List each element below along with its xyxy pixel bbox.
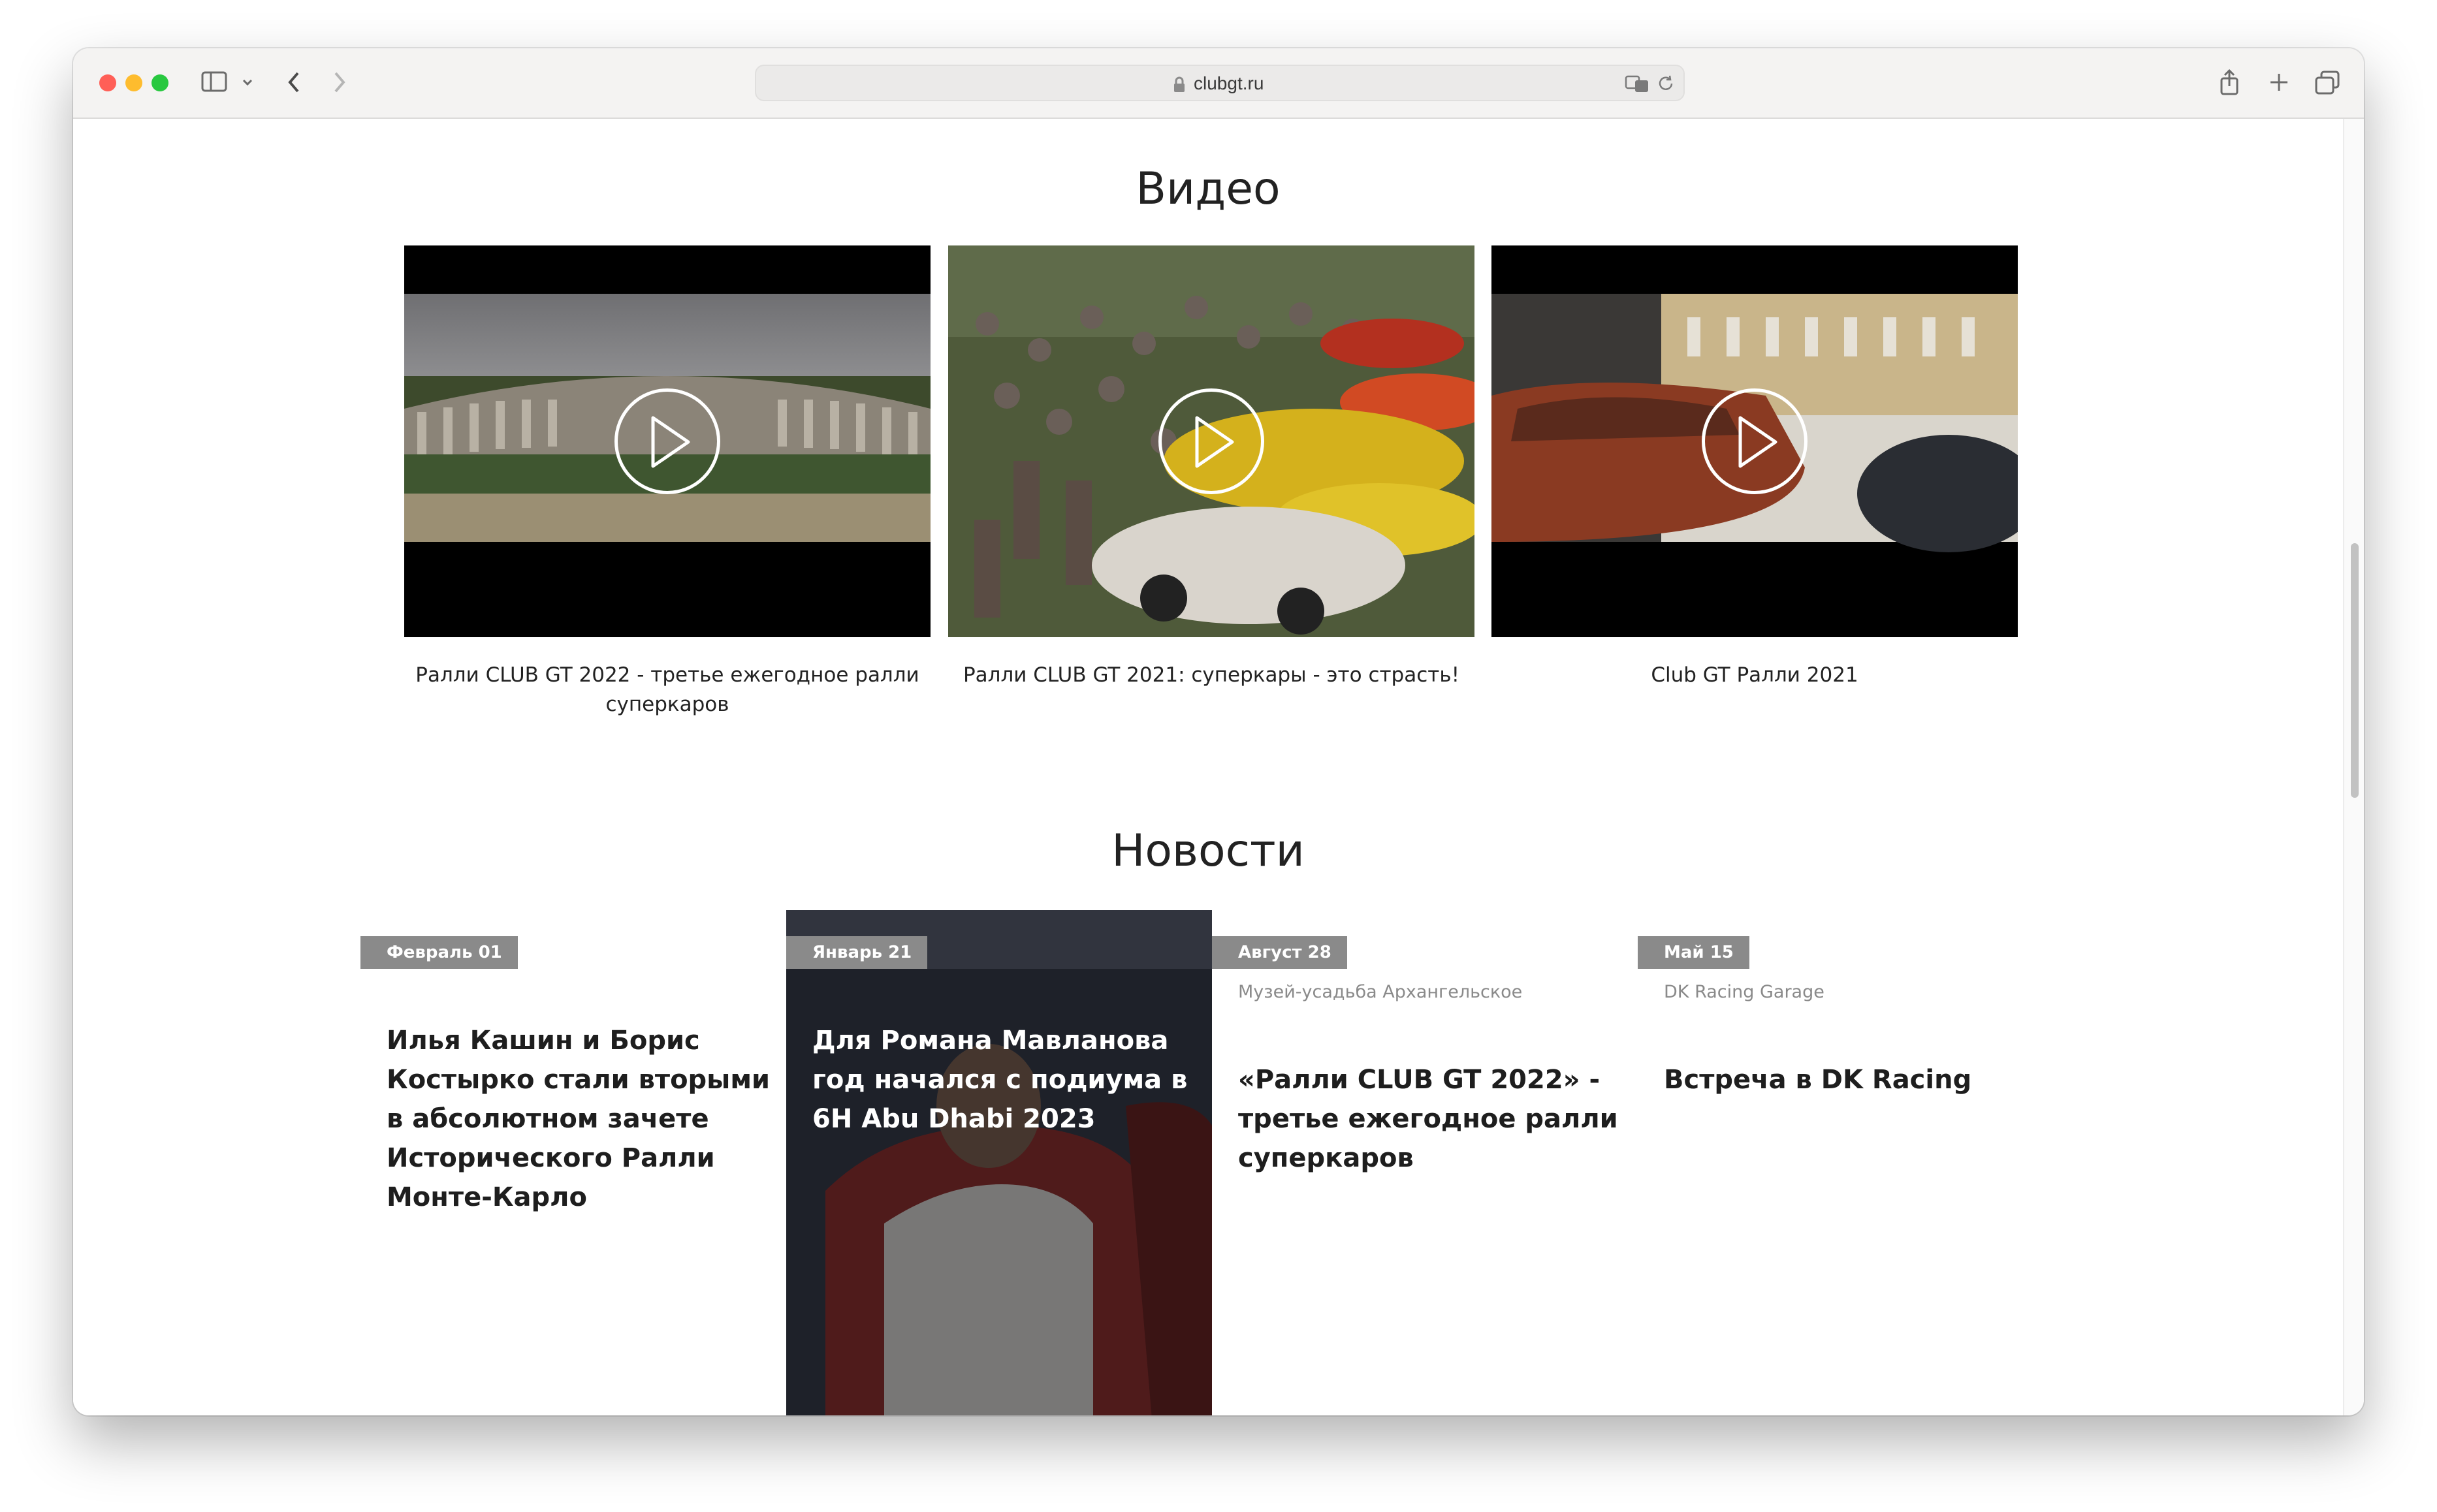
sidebar-toggle-icon[interactable]	[201, 71, 227, 95]
back-arrow-icon[interactable]	[286, 69, 302, 98]
news-title[interactable]: Илья Кашин и Борис Костырко стали вторым…	[387, 1021, 772, 1217]
news-card[interactable]: Февраль 01 Илья Кашин и Борис Костырко с…	[360, 910, 786, 1415]
news-date-badge: Февраль 01	[360, 936, 518, 969]
video-caption[interactable]: Club GT Ралли 2021	[1491, 661, 2018, 690]
play-button[interactable]	[1702, 388, 1808, 494]
news-date-badge: Январь 21	[786, 936, 928, 969]
video-caption[interactable]: Ралли CLUB GT 2021: суперкары - это стра…	[948, 661, 1474, 690]
news-category[interactable]: Музей-усадьба Архангельское	[1238, 982, 1522, 1002]
lock-icon	[1173, 76, 1186, 96]
address-bar[interactable]: clubgt.ru	[755, 65, 1685, 101]
browser-toolbar: clubgt.ru	[73, 48, 2364, 119]
news-card[interactable]: Май 15 DK Racing Garage Встреча в DK Rac…	[1638, 910, 2063, 1415]
video-thumbnail[interactable]	[1491, 245, 2018, 637]
reload-icon[interactable]	[1656, 74, 1676, 96]
new-tab-icon[interactable]	[2267, 71, 2291, 97]
share-icon[interactable]	[2218, 68, 2241, 99]
news-section-title: Новости	[1111, 825, 1305, 877]
news-title[interactable]: «Ралли CLUB GT 2022» - третье ежегодное …	[1238, 1060, 1623, 1178]
video-card[interactable]: Club GT Ралли 2021	[1491, 245, 2018, 690]
forward-arrow-icon[interactable]	[332, 69, 347, 98]
video-thumbnail[interactable]	[948, 245, 1474, 637]
video-thumbnail[interactable]	[404, 245, 931, 637]
video-caption[interactable]: Ралли CLUB GT 2022 - третье ежегодное ра…	[404, 661, 931, 719]
translate-icon[interactable]	[1625, 74, 1651, 96]
news-date-badge: Май 15	[1638, 936, 1749, 969]
news-title[interactable]: Встреча в DK Racing	[1664, 1060, 2049, 1099]
videos-section-title: Видео	[1136, 163, 1281, 215]
tab-overview-icon[interactable]	[2314, 71, 2340, 98]
news-date-badge: Август 28	[1212, 936, 1347, 969]
scrollbar-thumb[interactable]	[2351, 543, 2359, 798]
news-card[interactable]: Январь 21 Для Романа Мавланова год начал…	[786, 910, 1212, 1415]
play-button[interactable]	[1158, 388, 1264, 494]
minimize-window-button[interactable]	[125, 74, 142, 91]
zoom-window-button[interactable]	[151, 74, 168, 91]
news-image	[786, 910, 1212, 1415]
news-card[interactable]: Август 28 Музей-усадьба Архангельское «Р…	[1212, 910, 1638, 1415]
chevron-down-icon[interactable]	[242, 77, 253, 89]
video-card[interactable]: Ралли CLUB GT 2022 - третье ежегодное ра…	[404, 245, 931, 719]
browser-window: clubgt.ru Видео Ралли CLUB GT 2022 - тре…	[73, 48, 2364, 1415]
close-window-button[interactable]	[99, 74, 116, 91]
page-content: Видео Ралли CLUB GT 2022 - третье ежегод…	[73, 119, 2343, 1415]
url-text: clubgt.ru	[1194, 73, 1264, 93]
news-category[interactable]: DK Racing Garage	[1664, 982, 1824, 1002]
news-title[interactable]: Для Романа Мавланова год начался с подиу…	[812, 1021, 1198, 1139]
play-button[interactable]	[614, 388, 720, 494]
video-card[interactable]: Ралли CLUB GT 2021: суперкары - это стра…	[948, 245, 1474, 690]
page-scrollbar[interactable]	[2343, 119, 2364, 1415]
